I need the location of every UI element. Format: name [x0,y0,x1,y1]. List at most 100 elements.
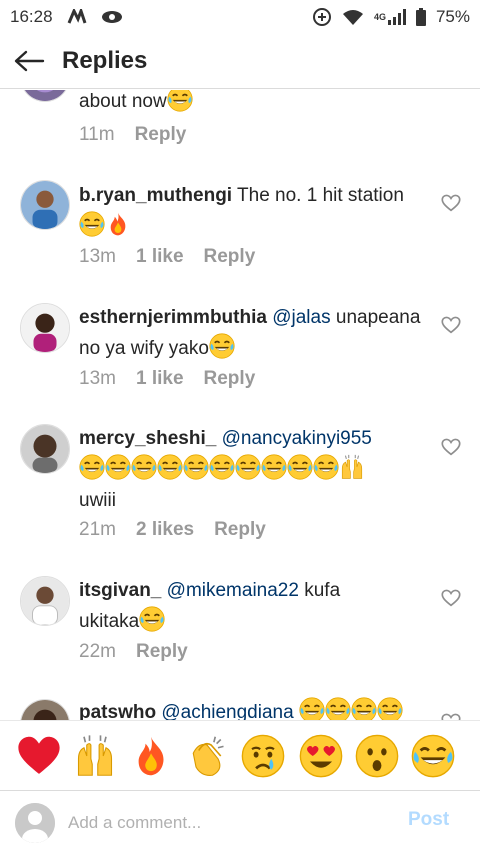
comment-username[interactable]: patswho [79,702,156,720]
avatar[interactable] [20,180,70,230]
fire-icon [105,211,131,237]
tears-of-joy-icon [157,454,183,480]
tears-of-joy-icon [79,454,105,480]
clapping-hands-icon [185,734,229,778]
reply-button[interactable]: Reply [204,246,256,268]
tears-of-joy-icon [183,454,209,480]
comment-text: mercy_sheshi_ @nancyakinyi955 uwiii [79,423,429,516]
comment-item: esthernjerimmbuthia @jalas unapeana no y… [0,295,480,415]
heart-icon[interactable] [440,436,462,458]
header-bar: Replies [0,33,480,89]
avatar[interactable] [20,576,70,626]
avatar[interactable] [20,699,70,720]
comments-list[interactable]: about now 11m Reply b.ryan_muthengi The … [0,90,480,720]
eye-icon [101,10,123,24]
tears-of-joy-icon [313,454,339,480]
battery-icon [415,7,426,26]
crying-face-reaction[interactable] [240,733,286,779]
tears-of-joy-icon [235,454,261,480]
tears-of-joy-icon [325,697,351,720]
clapping-hands-reaction[interactable] [184,733,230,779]
red-heart-icon [17,734,61,778]
comment-text: itsgivan_ @mikemaina22 kufa ukitaka [79,580,341,632]
mention-link[interactable]: @jalas [272,307,330,328]
heart-eyes-icon [299,734,343,778]
post-button[interactable]: Post [408,809,449,831]
heart-eyes-reaction[interactable] [298,733,344,779]
astonished-face-icon [355,734,399,778]
raised-hands-icon [339,454,365,480]
comment-text: patswho @achiengdiana [79,697,429,720]
comment-username[interactable]: itsgivan_ [79,580,161,601]
status-bar: 16:28 4G 75% [0,0,480,33]
fire-icon [129,734,173,778]
mention-link[interactable]: @nancyakinyi955 [222,428,372,449]
astonished-face-reaction[interactable] [354,733,400,779]
app-notification-icon [67,8,87,25]
raised-hands-icon [73,734,117,778]
heart-icon[interactable] [440,192,462,214]
reply-button[interactable]: Reply [136,641,188,663]
comment-input[interactable] [68,809,388,837]
tears-of-joy-icon [377,697,403,720]
tears-of-joy-icon [287,454,313,480]
heart-icon[interactable] [440,314,462,336]
tears-of-joy-icon [131,454,157,480]
comment-time: 11m [79,124,115,145]
tears-of-joy-reaction[interactable] [410,733,456,779]
comment-username[interactable]: esthernjerimmbuthia [79,307,267,328]
comment-item: b.ryan_muthengi The no. 1 hit station 13… [0,170,480,290]
comment-username[interactable]: mercy_sheshi_ [79,428,216,449]
arrow-left-icon [14,50,45,71]
heart-icon[interactable] [440,711,462,720]
comment-time: 13m [79,246,116,267]
comment-meta: 11m Reply [79,124,186,146]
raised-hands-reaction[interactable] [72,733,118,779]
crying-face-icon [241,734,285,778]
comment-item: about now 11m Reply [0,90,480,170]
quick-reactions-bar [0,720,480,790]
comment-text: b.ryan_muthengi The no. 1 hit station [79,180,429,242]
comment-meta: 22m Reply [79,641,188,663]
back-button[interactable] [0,33,58,89]
comment-username[interactable]: b.ryan_muthengi [79,185,232,206]
comment-text: about now [79,90,429,117]
comment-composer: Post [0,790,480,854]
fire-reaction[interactable] [128,733,174,779]
avatar [15,803,55,843]
avatar[interactable] [20,90,70,102]
data-saver-icon [312,7,332,27]
likes-count[interactable]: 1 like [136,246,184,268]
tears-of-joy-icon [167,90,193,112]
comment-time: 13m [79,368,116,389]
page-title: Replies [62,46,148,74]
status-time: 16:28 [10,6,53,26]
mention-link[interactable]: @mikemaina22 [167,580,299,601]
comment-item: itsgivan_ @mikemaina22 kufa ukitaka 22m … [0,570,480,690]
avatar[interactable] [20,303,70,353]
mention-link[interactable]: @achiengdiana [161,702,293,720]
comment-meta: 13m 1 like Reply [79,246,255,268]
comment-text: esthernjerimmbuthia @jalas unapeana no y… [79,307,421,359]
likes-count[interactable]: 2 likes [136,519,194,541]
comment-meta: 13m 1 like Reply [79,368,255,390]
reply-button[interactable]: Reply [204,368,256,390]
heart-icon[interactable] [440,587,462,609]
avatar[interactable] [20,424,70,474]
comment-time: 22m [79,641,116,662]
reply-button[interactable]: Reply [135,124,187,146]
likes-count[interactable]: 1 like [136,368,184,390]
tears-of-joy-icon [139,606,165,632]
comment-line: uwiii [79,490,116,511]
network-type: 4G [373,11,386,22]
tears-of-joy-icon [105,454,131,480]
comment-item: patswho @achiengdiana [0,695,480,720]
signal-icon: 4G [373,8,406,25]
tears-of-joy-icon [351,697,377,720]
tears-of-joy-icon [411,734,455,778]
comment-item: mercy_sheshi_ @nancyakinyi955 uwiii 21m … [0,420,480,570]
reply-button[interactable]: Reply [214,519,266,541]
battery-level: 75% [435,6,470,26]
wifi-icon [342,8,364,26]
red-heart-reaction[interactable] [16,733,62,779]
